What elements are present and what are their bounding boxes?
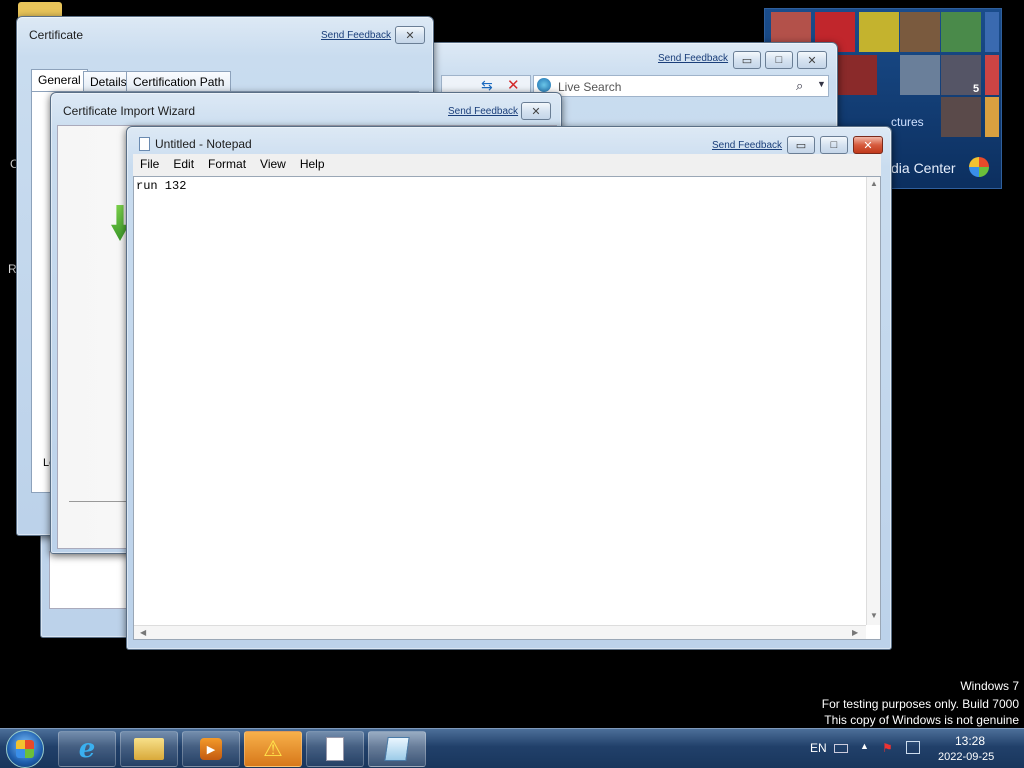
notepad-content: run 132 bbox=[136, 179, 187, 193]
close-button[interactable]: ✕ bbox=[521, 102, 551, 120]
horizontal-scrollbar[interactable]: ◀ ▶ bbox=[134, 625, 866, 639]
media-tile[interactable] bbox=[900, 55, 940, 95]
clock-time[interactable]: 13:28 bbox=[955, 734, 985, 748]
media-center-badge: 5 bbox=[973, 83, 980, 95]
windows-logo-icon bbox=[16, 740, 34, 758]
warning-icon: ⚠ bbox=[263, 736, 283, 761]
media-player-icon: ▶ bbox=[200, 738, 222, 760]
warning-taskbar-button[interactable]: ⚠ bbox=[244, 731, 302, 767]
internet-explorer-taskbar-button[interactable]: e bbox=[58, 731, 116, 767]
notepad-title: Untitled - Notepad bbox=[155, 137, 252, 151]
send-feedback-link[interactable]: Send Feedback bbox=[658, 53, 728, 64]
minimize-button[interactable]: ▭ bbox=[733, 51, 761, 69]
menu-edit[interactable]: Edit bbox=[166, 154, 201, 176]
menu-view[interactable]: View bbox=[253, 154, 293, 176]
action-center-icon[interactable]: ⚑ bbox=[882, 741, 893, 755]
start-button[interactable] bbox=[6, 730, 44, 768]
maximize-button[interactable]: □ bbox=[820, 136, 848, 154]
media-tile[interactable] bbox=[941, 12, 981, 52]
notepad-icon bbox=[384, 737, 410, 761]
watermark-line-3: This copy of Windows is not genuine bbox=[824, 713, 1019, 727]
keyboard-icon[interactable] bbox=[834, 744, 848, 753]
certificate-dialog-title: Certificate bbox=[29, 28, 84, 42]
notepad-taskbar-button[interactable] bbox=[368, 731, 426, 767]
media-center-pictures-label: ctures bbox=[891, 115, 924, 129]
send-feedback-link[interactable]: Send Feedback bbox=[712, 140, 782, 151]
show-hidden-icons-icon[interactable]: ▲ bbox=[860, 741, 869, 751]
language-indicator[interactable]: EN bbox=[810, 741, 827, 755]
search-placeholder: Live Search bbox=[558, 80, 622, 94]
close-button[interactable]: ✕ bbox=[797, 51, 827, 69]
search-input[interactable]: Live Search ⌕ ▼ bbox=[533, 75, 829, 97]
ie-content-area bbox=[49, 551, 127, 609]
vertical-scrollbar[interactable]: ▲ ▼ bbox=[866, 177, 880, 625]
scroll-down-icon[interactable]: ▼ bbox=[870, 611, 878, 620]
notepad-icon bbox=[139, 137, 150, 151]
chevron-down-icon[interactable]: ▼ bbox=[817, 79, 826, 89]
media-center-label: dia Center bbox=[891, 160, 956, 176]
media-tile[interactable] bbox=[985, 12, 999, 52]
send-feedback-link[interactable]: Send Feedback bbox=[321, 30, 391, 41]
watermark-line-1: Windows 7 bbox=[960, 679, 1019, 693]
clock-date[interactable]: 2022-09-25 bbox=[938, 751, 994, 763]
taskbar: e ▶ ⚠ EN ▲ ⚑ 13:28 2022-09-25 bbox=[0, 728, 1024, 768]
media-tile[interactable] bbox=[985, 97, 999, 137]
send-feedback-link[interactable]: Send Feedback bbox=[448, 106, 518, 117]
tab-general[interactable]: General bbox=[31, 69, 88, 91]
folder-icon bbox=[134, 738, 164, 760]
notepad-text-area[interactable]: run 132 ▲ ▼ ◀ ▶ bbox=[133, 176, 881, 640]
wizard-title: Certificate Import Wizard bbox=[63, 104, 196, 118]
media-tile[interactable] bbox=[859, 12, 899, 52]
notepad-menubar: File Edit Format View Help bbox=[133, 154, 881, 176]
windows-logo-icon bbox=[969, 157, 989, 177]
menu-help[interactable]: Help bbox=[293, 154, 332, 176]
menu-file[interactable]: File bbox=[133, 154, 166, 176]
internet-explorer-icon: e bbox=[78, 734, 96, 764]
tab-certification-path[interactable]: Certification Path bbox=[126, 71, 232, 91]
media-tile[interactable] bbox=[837, 55, 877, 95]
media-tile[interactable] bbox=[985, 55, 999, 95]
windows-explorer-taskbar-button[interactable] bbox=[120, 731, 178, 767]
maximize-button[interactable]: □ bbox=[765, 51, 793, 69]
scroll-right-icon[interactable]: ▶ bbox=[852, 628, 858, 637]
scroll-left-icon[interactable]: ◀ bbox=[140, 628, 146, 637]
blank-document-icon bbox=[326, 737, 344, 761]
media-tile[interactable] bbox=[941, 97, 981, 137]
document-taskbar-button[interactable] bbox=[306, 731, 364, 767]
search-icon[interactable]: ⌕ bbox=[796, 78, 803, 94]
close-button[interactable]: ✕ bbox=[395, 26, 425, 44]
media-player-taskbar-button[interactable]: ▶ bbox=[182, 731, 240, 767]
globe-icon bbox=[537, 78, 551, 92]
media-tile[interactable] bbox=[900, 12, 940, 52]
minimize-button[interactable]: ▭ bbox=[787, 136, 815, 154]
close-button[interactable]: ✕ bbox=[853, 136, 883, 154]
menu-format[interactable]: Format bbox=[201, 154, 253, 176]
wizard-divider bbox=[69, 501, 129, 502]
network-icon[interactable] bbox=[906, 741, 920, 754]
scroll-up-icon[interactable]: ▲ bbox=[870, 179, 878, 188]
watermark-line-2: For testing purposes only. Build 7000 bbox=[821, 697, 1019, 711]
